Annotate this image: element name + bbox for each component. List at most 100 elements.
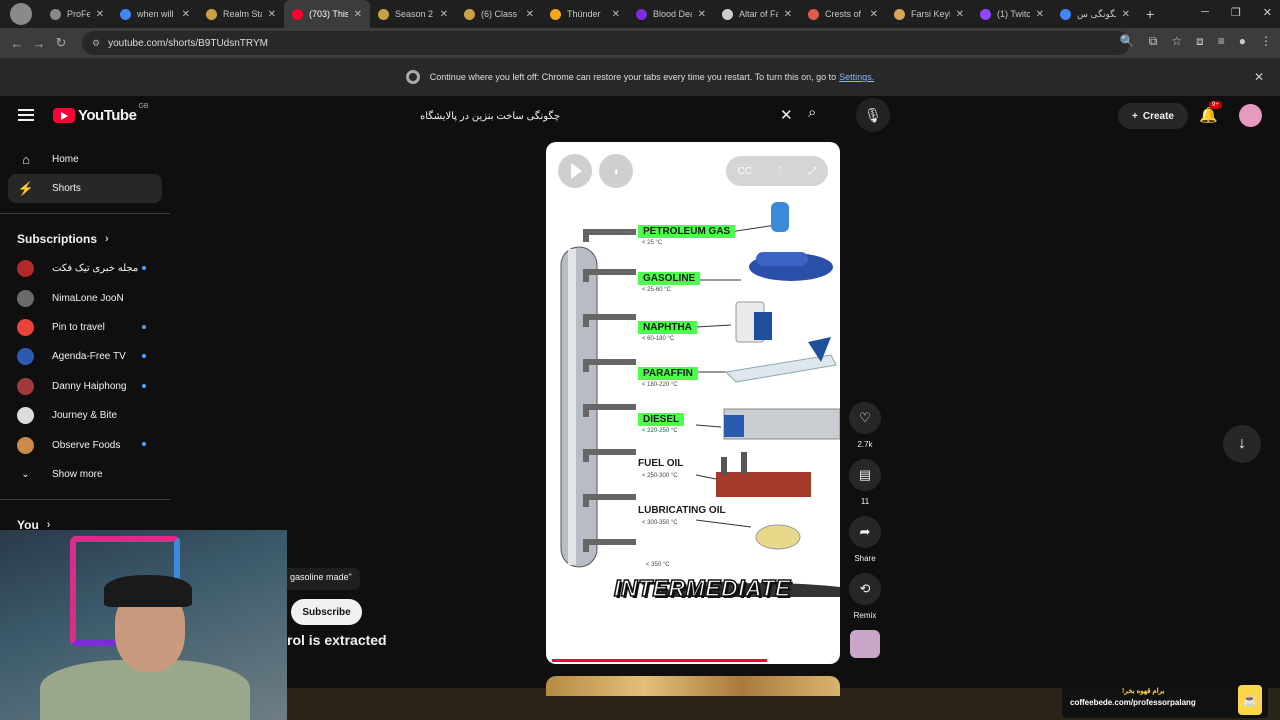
- comment-icon[interactable]: ▤: [849, 459, 881, 491]
- browser-tab[interactable]: Blood Dea ✕: [628, 0, 714, 28]
- remix-icon[interactable]: ⟲: [849, 573, 881, 605]
- hamburger-menu-icon[interactable]: [18, 109, 34, 121]
- close-tab-icon[interactable]: ✕: [526, 9, 534, 20]
- shorts-player[interactable]: PETROLEUM GAS < 25 °C GASOLINE < 25-60 °C NA…: [546, 142, 840, 664]
- fraction-label: LUBRICATING OIL: [638, 505, 726, 516]
- tab-favicon-icon: [980, 8, 991, 20]
- browser-tab[interactable]: when will ✕: [112, 0, 198, 28]
- next-short-icon[interactable]: ↓: [1223, 425, 1261, 463]
- restore-infobar: Continue where you left off: Chrome can …: [0, 58, 1280, 96]
- close-tab-icon[interactable]: ✕: [870, 9, 878, 20]
- close-tab-icon[interactable]: ✕: [354, 9, 362, 20]
- restore-icon[interactable]: ❐: [1231, 6, 1241, 19]
- subscription-item[interactable]: Danny Haiphong: [0, 372, 170, 401]
- browser-tab[interactable]: Altar of Fa ✕: [714, 0, 800, 28]
- sidebar-item-shorts[interactable]: ⚡ Shorts: [8, 174, 162, 203]
- notifications-bell-icon[interactable]: 🔔 9+: [1199, 101, 1222, 124]
- close-tab-icon[interactable]: ✕: [612, 9, 620, 20]
- browser-tab[interactable]: Crests of ✕: [800, 0, 886, 28]
- settings-link[interactable]: Settings.: [839, 72, 874, 82]
- new-tab-button[interactable]: +: [1146, 6, 1154, 22]
- profile-avatar[interactable]: [0, 0, 42, 28]
- browser-tab[interactable]: چگونگی س ✕: [1052, 0, 1138, 28]
- site-info-icon[interactable]: ⚙: [92, 38, 100, 49]
- subscription-item[interactable]: Agenda-Free TV: [0, 342, 170, 371]
- media-icon[interactable]: ≡: [1218, 34, 1225, 49]
- share-icon[interactable]: ➦: [849, 516, 881, 548]
- subscriptions-heading[interactable]: Subscriptions ›: [0, 224, 170, 254]
- channel-avatar: [17, 377, 34, 395]
- fraction-label: PETROLEUM GAS: [638, 225, 736, 238]
- create-button[interactable]: + Create: [1118, 103, 1188, 129]
- bookmark-star-icon[interactable]: ☆: [1171, 34, 1182, 49]
- search-input[interactable]: چگونگی ساخت بنزین در پالایشگاه: [408, 102, 804, 130]
- more-options-icon[interactable]: ⋮: [775, 166, 785, 177]
- close-tab-icon[interactable]: ✕: [956, 9, 964, 20]
- close-tab-icon[interactable]: ✕: [268, 9, 276, 20]
- forward-icon[interactable]: →: [28, 36, 50, 51]
- sound-thumbnail[interactable]: [850, 630, 880, 658]
- action-like[interactable]: ♡ 2.7k: [848, 402, 882, 449]
- close-tab-icon[interactable]: ✕: [1122, 9, 1130, 20]
- fullscreen-icon[interactable]: ⤢: [808, 166, 816, 177]
- account-avatar[interactable]: [1239, 104, 1262, 127]
- browser-tab[interactable]: Season 2 ✕: [370, 0, 456, 28]
- fraction-temp: < 25-60 °C: [642, 287, 671, 293]
- subscription-item[interactable]: Observe Foods: [0, 430, 170, 459]
- tab-title: Altar of Fa: [739, 9, 778, 19]
- action-remix[interactable]: ⟲ Remix: [848, 573, 882, 620]
- browser-tab[interactable]: (703) This ✕: [284, 0, 370, 28]
- subscription-item[interactable]: Journey & Bite: [0, 401, 170, 430]
- close-tab-icon[interactable]: ✕: [182, 9, 190, 20]
- action-share[interactable]: ➦ Share: [848, 516, 882, 563]
- clear-search-icon[interactable]: ✕: [780, 106, 793, 124]
- captions-icon[interactable]: CC: [738, 166, 752, 177]
- volume-icon[interactable]: ◖: [599, 154, 633, 188]
- browser-tab-strip: ProFeSSor✕when will✕Realm Stat✕(703) Thi…: [0, 0, 1280, 28]
- video-caption: INTERMEDIATE: [613, 574, 791, 602]
- reload-icon[interactable]: ↻: [50, 35, 72, 51]
- browser-tab[interactable]: Farsi Keyb ✕: [886, 0, 972, 28]
- video-progress-bar[interactable]: [552, 659, 767, 662]
- zoom-icon[interactable]: 🔍: [1120, 34, 1135, 49]
- search-icon[interactable]: ⌕: [808, 104, 816, 121]
- close-window-icon[interactable]: ✕: [1263, 6, 1272, 19]
- toolbar-icons: 🔍 ⧉ ☆ ⧈ ≡ ● ⋮: [1120, 34, 1272, 49]
- subscription-item[interactable]: Pin to travel: [0, 313, 170, 342]
- close-infobar-icon[interactable]: ✕: [1254, 70, 1264, 84]
- browser-tab[interactable]: (1) Twitch ✕: [972, 0, 1052, 28]
- back-icon[interactable]: ←: [6, 36, 28, 51]
- next-short-preview[interactable]: [546, 676, 840, 696]
- subscribe-button[interactable]: Subscribe: [291, 599, 362, 625]
- tab-title: Crests of: [825, 9, 862, 19]
- close-tab-icon[interactable]: ✕: [784, 9, 792, 20]
- shorts-icon: ⚡: [17, 180, 35, 196]
- extensions-icon[interactable]: ⧈: [1196, 34, 1204, 49]
- sidebar-item-home[interactable]: ⌂ Home: [0, 145, 170, 174]
- close-tab-icon[interactable]: ✕: [698, 9, 706, 20]
- show-more-button[interactable]: ⌄ Show more: [0, 460, 170, 489]
- close-tab-icon[interactable]: ✕: [440, 9, 448, 20]
- tab-favicon-icon: [1060, 8, 1071, 20]
- tab-favicon-icon: [378, 8, 389, 20]
- menu-icon[interactable]: ⋮: [1260, 34, 1272, 49]
- browser-tab[interactable]: ProFeSSor ✕: [42, 0, 112, 28]
- subscription-item[interactable]: NimaLone JooN: [0, 283, 170, 312]
- youtube-logo[interactable]: YouTube GB: [53, 103, 149, 124]
- voice-search-icon[interactable]: 🎙: [856, 98, 890, 132]
- subscription-item[interactable]: مجله خبری تیک فکت: [0, 254, 170, 283]
- browser-tab[interactable]: Realm Stat ✕: [198, 0, 284, 28]
- action-comment[interactable]: ▤ 11: [848, 459, 882, 506]
- address-bar[interactable]: ⚙ youtube.com/shorts/B9TUdsnTRYM: [82, 31, 1130, 55]
- close-tab-icon[interactable]: ✕: [96, 9, 104, 20]
- new-content-dot: [142, 266, 146, 270]
- distillation-diagram: PETROLEUM GAS < 25 °C GASOLINE < 25-60 °C NA…: [546, 187, 840, 602]
- like-icon[interactable]: ♡: [849, 402, 881, 434]
- install-icon[interactable]: ⧉: [1149, 34, 1158, 49]
- minimize-icon[interactable]: ─: [1201, 6, 1209, 19]
- browser-tab[interactable]: (6) Class T ✕: [456, 0, 542, 28]
- browser-tab[interactable]: Thúnder ✕: [542, 0, 628, 28]
- profile-icon[interactable]: ●: [1239, 34, 1246, 49]
- close-tab-icon[interactable]: ✕: [1036, 9, 1044, 20]
- play-button[interactable]: [558, 154, 592, 188]
